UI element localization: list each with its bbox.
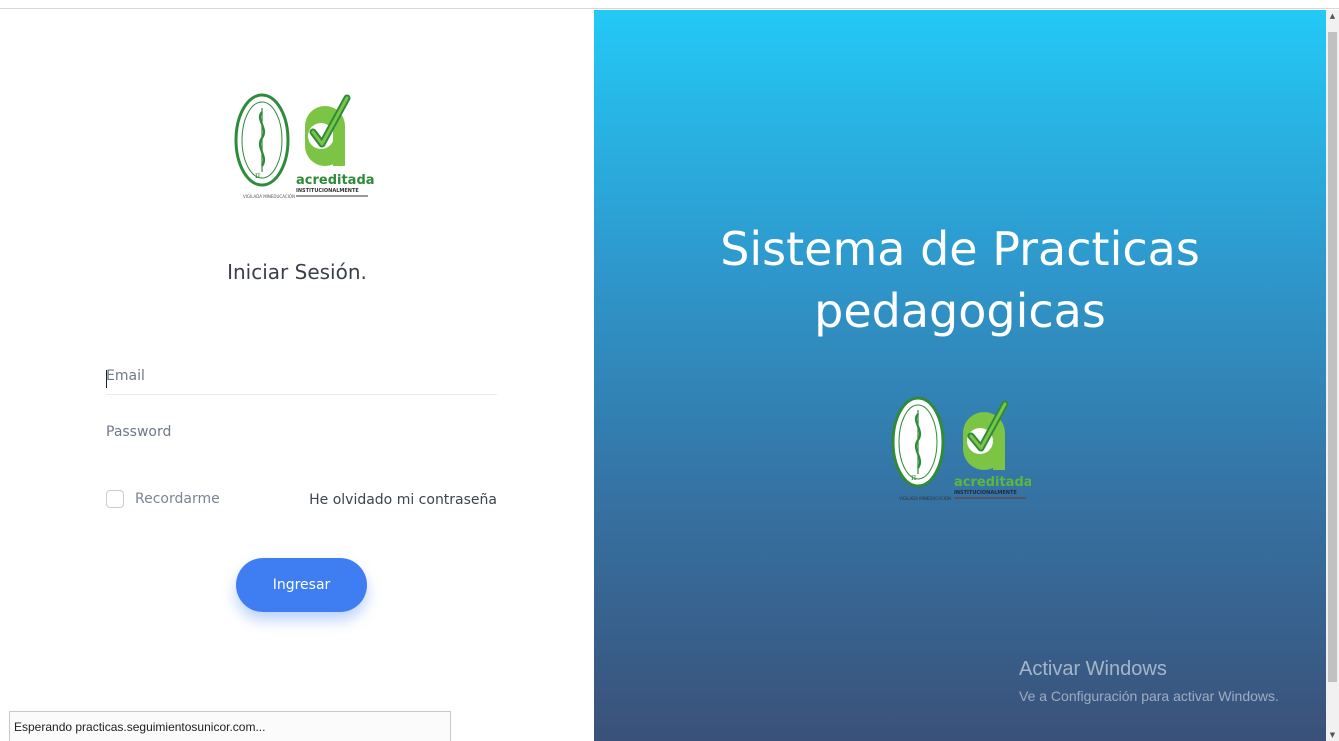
hero-title: Sistema de Practicas pedagogicas xyxy=(594,218,1326,342)
forgot-password-link[interactable]: He olvidado mi contraseña xyxy=(309,492,497,508)
login-title: Iniciar Sesión. xyxy=(227,260,367,284)
university-logo: π VIGILADA MINEDUCACIÓN acreditada INSTI… xyxy=(234,93,375,199)
windows-activation-title: Activar Windows xyxy=(1019,658,1167,680)
svg-text:π: π xyxy=(255,171,260,180)
scroll-thumb[interactable] xyxy=(1328,32,1337,682)
page-scrollbar[interactable]: ▲ ▼ xyxy=(1326,10,1339,741)
browser-status-bar: Esperando practicas.seguimientosunicor.c… xyxy=(9,711,451,741)
remember-me[interactable]: Recordarme xyxy=(106,490,220,508)
university-logo-hero: π VIGILADA MINEDUCACIÓN acreditada INSTI… xyxy=(891,396,1031,501)
svg-text:VIGILADA MINEDUCACIÓN: VIGILADA MINEDUCACIÓN xyxy=(899,496,951,501)
svg-text:acreditada: acreditada xyxy=(954,475,1031,490)
text-caret xyxy=(106,370,107,388)
svg-text:INSTITUCIONALMENTE: INSTITUCIONALMENTE xyxy=(296,188,359,194)
scroll-down-arrow-icon[interactable]: ▼ xyxy=(1326,729,1339,741)
windows-activation-subtitle: Ve a Configuración para activar Windows. xyxy=(1019,688,1279,704)
svg-text:π: π xyxy=(911,473,916,482)
hero-title-line1: Sistema de Practicas xyxy=(720,222,1200,276)
remember-checkbox[interactable] xyxy=(106,490,124,508)
svg-text:acreditada: acreditada xyxy=(296,173,375,188)
hero-panel: Sistema de Practicas pedagogicas π VIGIL… xyxy=(594,10,1326,741)
password-field[interactable] xyxy=(106,414,497,451)
svg-text:INSTITUCIONALMENTE: INSTITUCIONALMENTE xyxy=(954,490,1017,496)
email-field[interactable] xyxy=(106,358,497,395)
hero-title-line2: pedagogicas xyxy=(814,284,1106,338)
scroll-up-arrow-icon[interactable]: ▲ xyxy=(1326,10,1339,22)
browser-top-edge xyxy=(0,0,1339,9)
login-button[interactable]: Ingresar xyxy=(236,558,367,612)
remember-label: Recordarme xyxy=(135,491,220,507)
svg-text:VIGILADA MINEDUCACIÓN: VIGILADA MINEDUCACIÓN xyxy=(243,194,295,199)
login-panel: π VIGILADA MINEDUCACIÓN acreditada INSTI… xyxy=(0,10,594,741)
